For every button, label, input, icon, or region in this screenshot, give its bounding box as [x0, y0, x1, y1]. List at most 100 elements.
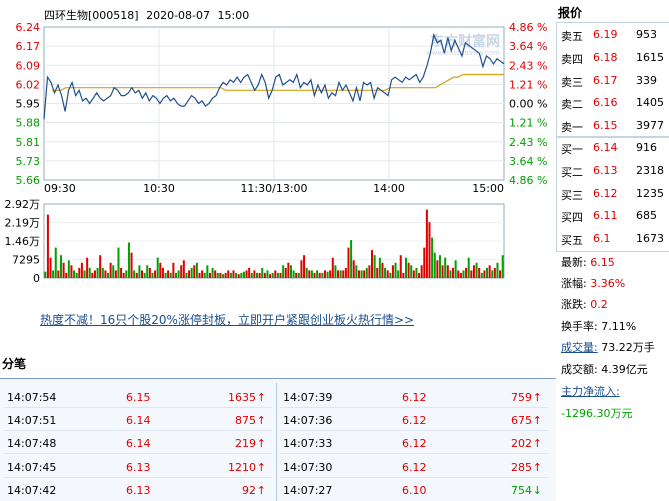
volume-bar — [206, 265, 209, 278]
trade-volume: 875 — [235, 414, 256, 428]
trade-time: 14:07:39 — [283, 391, 333, 404]
volume-bar — [373, 255, 376, 278]
volume-bar — [73, 270, 76, 278]
volume-bar — [93, 270, 96, 278]
volume-bar — [404, 257, 407, 278]
asks-volume: 1615 — [636, 50, 664, 64]
volume-bar — [431, 237, 434, 278]
trade-price: 6.14 — [126, 414, 151, 428]
volume-bar — [318, 272, 321, 278]
price-tick-label: 6.09 — [16, 59, 41, 72]
volume-bar — [174, 272, 177, 278]
volume-bar — [428, 222, 431, 278]
volume-bar — [180, 265, 183, 278]
volume-bar — [386, 270, 389, 278]
volume-bar — [496, 262, 499, 278]
volume-bar — [211, 267, 214, 278]
volume-bar — [363, 270, 366, 278]
volume-bar — [130, 252, 133, 278]
volume-bar — [391, 265, 394, 278]
volume-bar — [384, 267, 387, 278]
volume-bar — [394, 262, 397, 278]
percent-tick-label: 0.00 % — [509, 98, 547, 111]
volume-bar — [104, 270, 107, 278]
volume-bar — [331, 257, 334, 278]
price-tick-label: 5.73 — [16, 155, 41, 168]
volume-bar — [52, 270, 55, 278]
volume-bar — [488, 265, 491, 278]
volume-bar — [389, 272, 392, 278]
trade-row: 14:07:45 6.13 1210 ↑ — [2, 455, 272, 478]
volume-bar — [120, 267, 123, 278]
amount-value: 4.39亿元 — [601, 363, 648, 376]
volume-bar — [284, 267, 287, 278]
volume-bar — [425, 209, 428, 278]
arrow-up-icon: ↑ — [532, 391, 542, 404]
volume-link[interactable]: 成交量: — [561, 341, 598, 354]
arrow-up-icon: ↑ — [256, 460, 266, 474]
percent-tick-label: 3.64 % — [509, 40, 547, 53]
volume-bar — [193, 265, 196, 278]
percent-tick-label: 4.86 % — [509, 21, 547, 34]
asks-row: 卖五 6.19 953 — [556, 24, 669, 46]
percent-tick-label: 2.43 % — [509, 59, 547, 72]
volume-tick-label: 2.92万 — [5, 198, 41, 211]
volume-bar — [491, 270, 494, 278]
price-tick-label: 6.24 — [16, 21, 41, 34]
volume-bar — [208, 272, 211, 278]
percent-tick-label: 1.21 % — [509, 78, 547, 91]
volume-tick-label: 2.19万 — [5, 217, 41, 230]
promo-link[interactable]: 热度不减！16只个股20%涨停封板，立即开户紧跟创业板火热行情>> — [40, 311, 414, 328]
volume-bar — [368, 265, 371, 278]
amount-label: 成交额: — [561, 363, 598, 376]
change-percent: 涨幅: 3.36% — [561, 275, 625, 291]
asks-volume: 1405 — [636, 96, 664, 110]
volume-bar — [365, 267, 368, 278]
volume-bar — [242, 271, 245, 278]
volume-bar — [227, 270, 230, 278]
price-tick-label: 5.66 — [16, 174, 41, 187]
volume-bar — [292, 270, 295, 278]
volume-bar — [449, 270, 452, 278]
volume-bar — [266, 270, 269, 278]
volume-bar — [305, 267, 308, 278]
price-tick-label: 6.17 — [16, 40, 41, 53]
percent-tick-label: 2.43 % — [509, 136, 547, 149]
volume-bar — [203, 272, 206, 278]
volume-bar — [80, 262, 83, 278]
volume-bar — [222, 274, 225, 278]
trade-price: 6.12 — [402, 437, 427, 451]
asks-price: 6.19 — [593, 28, 618, 41]
volume-bar — [308, 270, 311, 278]
arrow-up-icon: ↑ — [532, 437, 542, 451]
price-tick-label: 6.02 — [16, 78, 41, 91]
net-inflow: 主力净流入: — [561, 383, 620, 399]
trade-amount: 成交额: 4.39亿元 — [561, 361, 648, 377]
arrow-up-icon: ↑ — [532, 414, 542, 428]
trade-row: 14:07:54 6.15 1635 ↑ — [2, 385, 272, 408]
volume-bar — [190, 267, 193, 278]
volume-tick-label: 7295 — [12, 254, 40, 267]
volume-bar — [253, 270, 256, 278]
volume-bar — [185, 272, 188, 278]
arrow-up-icon: ↑ — [256, 391, 266, 404]
volume-bar — [321, 272, 324, 278]
volume-bar — [438, 255, 441, 278]
trade-volume: 成交量: 73.22万手 — [561, 339, 655, 355]
change-label: 涨跌: — [561, 298, 587, 311]
volume-bar — [99, 255, 102, 278]
volume-bar — [107, 272, 110, 278]
arrow-up-icon: ↑ — [256, 437, 266, 451]
volume-bar — [397, 270, 400, 278]
trade-volume: 92 — [242, 483, 256, 497]
volume-bar — [323, 270, 326, 278]
volume-bar — [329, 270, 332, 278]
net-inflow-link[interactable]: 主力净流入: — [561, 385, 620, 398]
time-tick-label: 11:30/13:00 — [240, 182, 307, 195]
volume-bar — [138, 265, 141, 278]
volume-bar — [167, 270, 170, 278]
volume-bar — [418, 272, 421, 278]
percent-tick-label: 1.21 % — [509, 117, 547, 130]
trade-time: 14:07:48 — [7, 437, 57, 451]
volume-bar — [310, 270, 313, 278]
